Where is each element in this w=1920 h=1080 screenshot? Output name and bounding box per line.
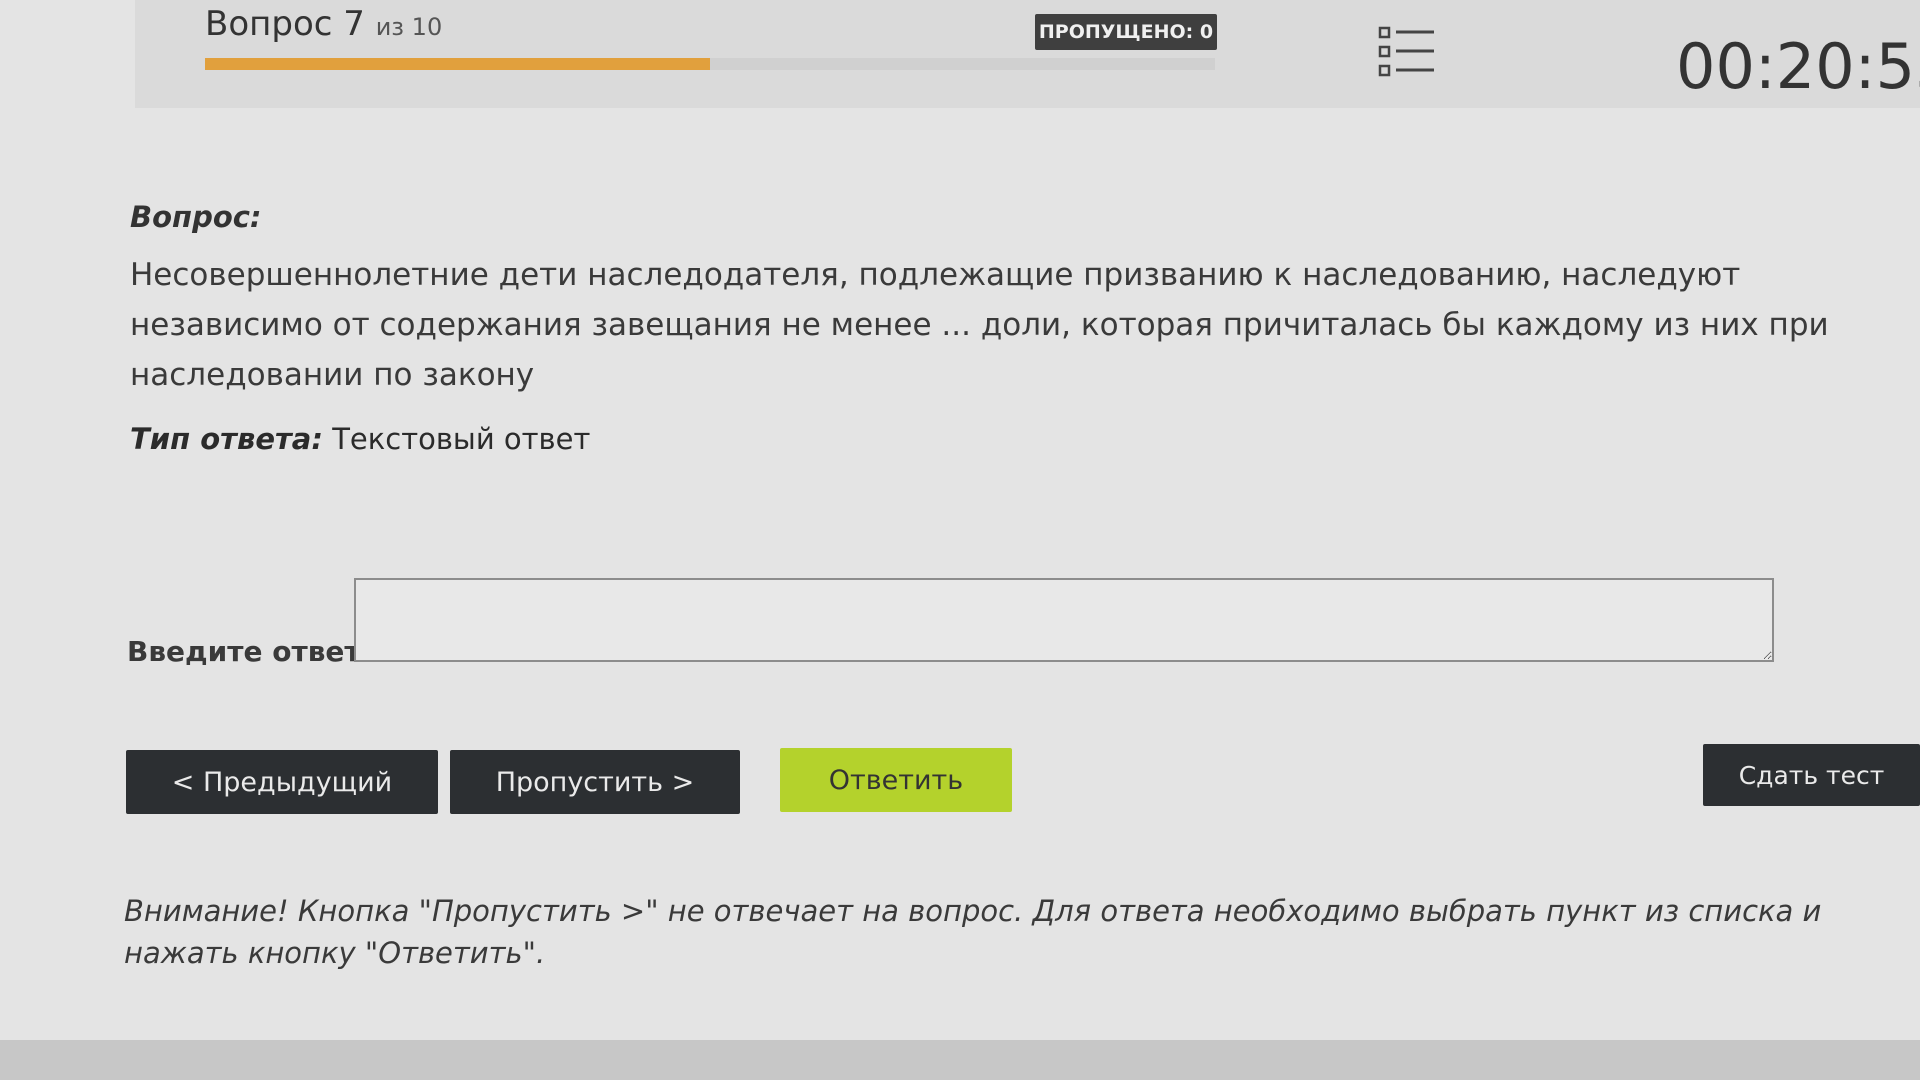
progress-bar <box>205 58 1215 70</box>
question-number: Вопрос 7 <box>205 4 365 44</box>
skipped-badge: ПРОПУЩЕНО: 0 <box>1035 14 1217 50</box>
question-label: Вопрос: <box>130 200 262 234</box>
answer-type-label: Тип ответа: <box>130 422 323 456</box>
answer-input[interactable] <box>354 578 1774 662</box>
footer-band <box>0 1040 1920 1080</box>
progress-fill <box>205 58 710 70</box>
answer-button[interactable]: Ответить <box>780 748 1012 812</box>
question-total: из 10 <box>375 13 443 41</box>
timer: 00:20:53 <box>1676 30 1920 103</box>
skip-button[interactable]: Пропустить > <box>450 750 740 814</box>
previous-button[interactable]: < Предыдущий <box>126 750 438 814</box>
question-counter: Вопрос 7 из 10 <box>205 4 442 44</box>
answer-type-value: Текстовый ответ <box>332 422 591 456</box>
submit-test-button[interactable]: Сдать тест <box>1703 744 1920 806</box>
question-block: Вопрос: Несовершеннолетние дети наследод… <box>130 200 1850 400</box>
answer-type: Тип ответа: Текстовый ответ <box>130 422 590 456</box>
question-text: Несовершеннолетние дети наследодателя, п… <box>130 257 1829 393</box>
answer-label: Введите ответ: <box>127 635 372 668</box>
notice-text: Внимание! Кнопка "Пропустить >" не отвеч… <box>124 894 1822 970</box>
list-icon[interactable] <box>1378 26 1436 78</box>
